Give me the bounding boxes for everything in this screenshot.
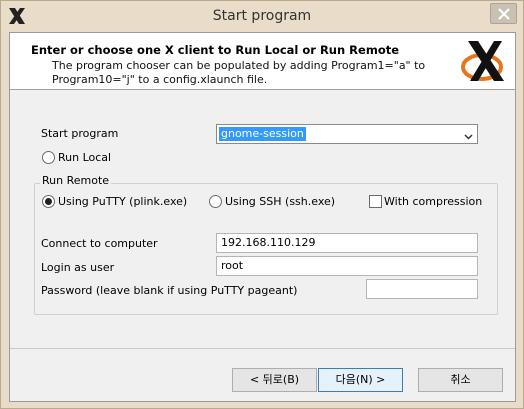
start-program-label: Start program	[41, 127, 119, 140]
login-as-user-input[interactable]: root	[216, 256, 478, 276]
using-putty-radio[interactable]	[42, 195, 55, 208]
footer-divider	[10, 348, 515, 349]
xlaunch-window: Start program Enter or choose one X clie…	[0, 0, 524, 409]
connect-to-computer-input[interactable]: 192.168.110.129	[216, 233, 478, 253]
run-remote-label: Run Remote	[40, 174, 112, 187]
close-icon	[498, 8, 510, 20]
connect-to-computer-label: Connect to computer	[41, 237, 158, 250]
password-label: Password (leave blank if using PuTTY pag…	[41, 284, 298, 297]
chevron-down-icon[interactable]	[464, 130, 473, 143]
window-title: Start program	[212, 8, 312, 24]
header-description: The program chooser can be populated by …	[52, 59, 426, 86]
with-compression-checkbox[interactable]	[369, 195, 382, 208]
wizard-header: Enter or choose one X client to Run Loca…	[10, 33, 515, 90]
xorg-logo-icon	[460, 39, 510, 83]
title-bar[interactable]: Start program	[1, 1, 523, 32]
using-ssh-label[interactable]: Using SSH (ssh.exe)	[225, 195, 335, 208]
wizard-panel: Enter or choose one X client to Run Loca…	[9, 32, 516, 402]
password-input[interactable]	[366, 279, 478, 299]
close-button[interactable]	[490, 3, 517, 24]
start-program-value: gnome-session	[219, 127, 306, 141]
cancel-button[interactable]: 취소	[418, 368, 503, 392]
run-local-label[interactable]: Run Local	[58, 151, 111, 164]
using-putty-label[interactable]: Using PuTTY (plink.exe)	[58, 195, 187, 208]
next-button[interactable]: 다음(N) >	[318, 368, 403, 392]
back-button[interactable]: < 뒤로(B)	[232, 368, 317, 392]
with-compression-label[interactable]: With compression	[384, 195, 482, 208]
start-program-combobox[interactable]: gnome-session	[216, 124, 478, 144]
run-local-radio[interactable]	[42, 151, 55, 164]
header-title: Enter or choose one X client to Run Loca…	[31, 43, 400, 57]
login-as-user-label: Login as user	[41, 261, 115, 274]
using-ssh-radio[interactable]	[209, 195, 222, 208]
